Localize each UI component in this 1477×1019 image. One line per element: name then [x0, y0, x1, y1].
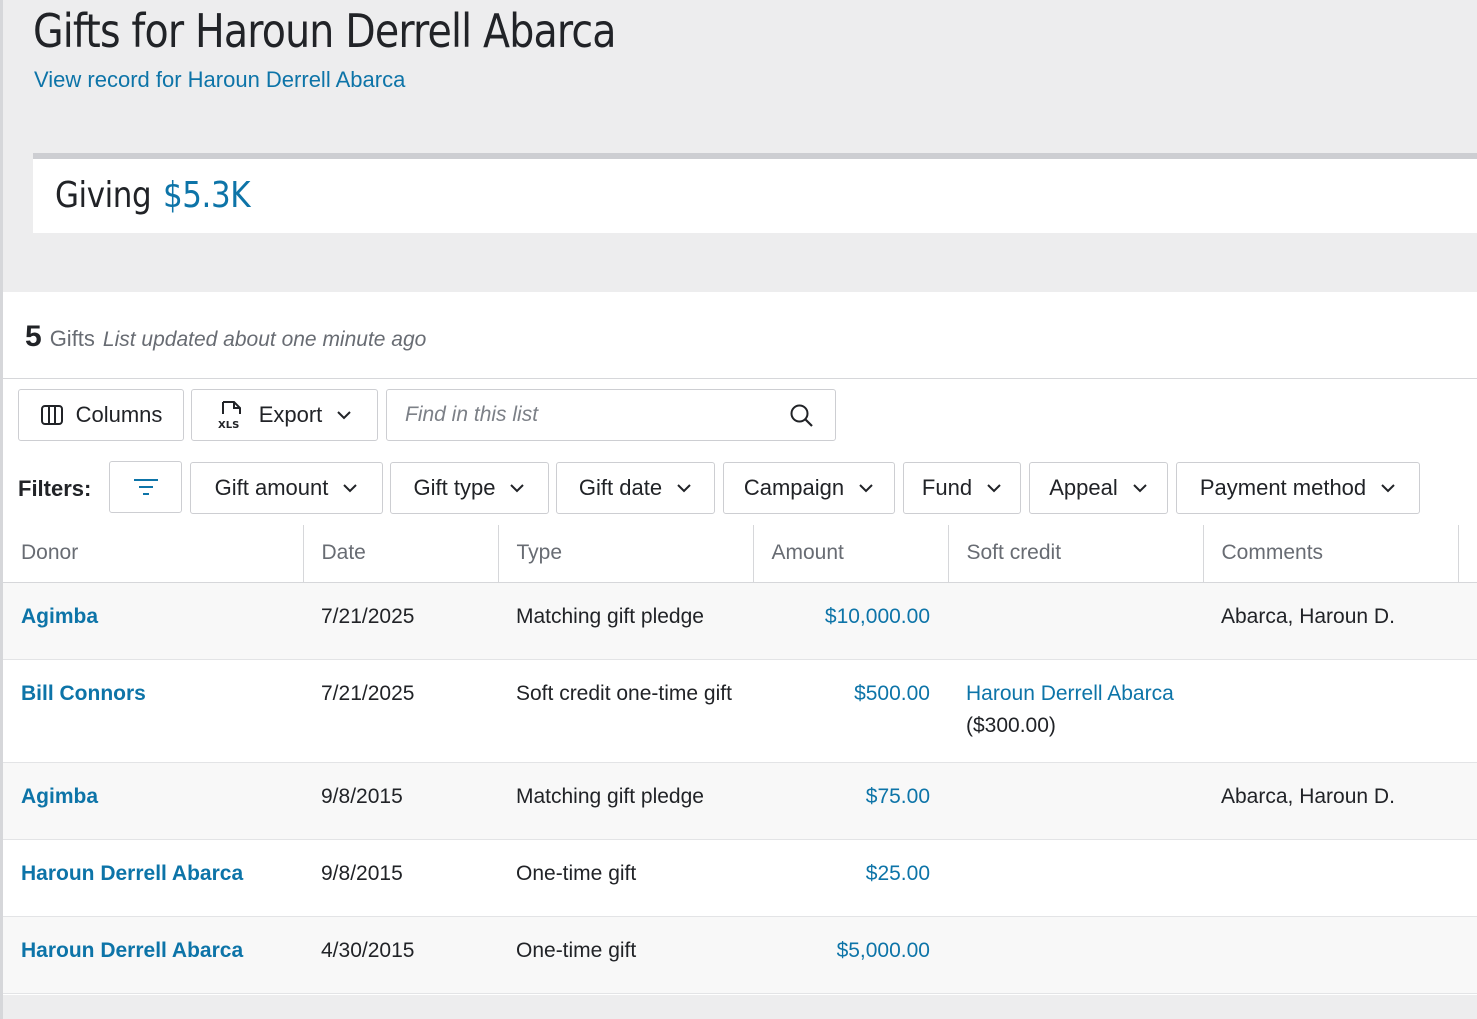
gift-comments [1203, 916, 1458, 994]
search-input[interactable] [387, 390, 777, 440]
filter-label: Gift date [578, 475, 663, 500]
chevron-down-icon [1380, 483, 1396, 493]
soft-credit-cell: Haroun Derrell Abarca ($300.00) [948, 659, 1203, 763]
xls-file-icon: XLS [217, 400, 245, 430]
gift-amount-link[interactable]: $75.00 [866, 785, 930, 808]
table-header-row: Donor Date Type Amount Soft credit Comme… [3, 525, 1477, 583]
gift-type: Matching gift pledge [498, 762, 753, 840]
gifts-table: Donor Date Type Amount Soft credit Comme… [3, 525, 1477, 994]
gift-type: One-time gift [498, 839, 753, 917]
filter-campaign[interactable]: Campaign [723, 462, 895, 514]
gift-type: Soft credit one-time gift [498, 659, 753, 763]
table-row: Agimba 7/21/2025 Matching gift pledge $1… [3, 582, 1477, 660]
chevron-down-icon [336, 410, 352, 420]
donor-link[interactable]: Bill Connors [21, 682, 146, 705]
table-row: Haroun Derrell Abarca 4/30/2015 One-time… [3, 916, 1477, 994]
gift-comments [1203, 839, 1458, 917]
donor-link[interactable]: Haroun Derrell Abarca [21, 939, 243, 962]
table-row: Haroun Derrell Abarca 9/8/2015 One-time … [3, 839, 1477, 917]
gift-amount-link[interactable]: $10,000.00 [825, 605, 930, 628]
soft-credit-cell [948, 839, 1203, 917]
chevron-down-icon [509, 483, 525, 493]
chevron-down-icon [676, 483, 692, 493]
filter-gift-date[interactable]: Gift date [556, 462, 715, 514]
filters-label: Filters: [18, 476, 92, 501]
soft-credit-link[interactable]: Haroun Derrell Abarca [966, 682, 1174, 705]
column-header-date[interactable]: Date [303, 525, 499, 583]
filter-appeal[interactable]: Appeal [1029, 462, 1168, 514]
donor-link[interactable]: Agimba [21, 785, 98, 808]
gift-comments [1203, 659, 1458, 763]
gift-date: 4/30/2015 [303, 916, 498, 994]
gift-list-panel: 5 Gifts List updated about one minute ag… [3, 292, 1477, 995]
donor-link[interactable]: Haroun Derrell Abarca [21, 862, 243, 885]
gift-count-label: Gifts [49, 326, 95, 351]
filter-toggle-button[interactable] [109, 461, 182, 513]
list-search [386, 389, 836, 441]
view-record-link[interactable]: View record for Haroun Derrell Abarca [34, 67, 405, 93]
giving-summary-card: Giving $5.3K [33, 153, 1477, 233]
filter-label: Fund [921, 475, 973, 500]
gift-date: 9/8/2015 [303, 762, 498, 840]
list-updated-text: List updated about one minute ago [102, 328, 427, 351]
soft-credit-cell [948, 916, 1203, 994]
filter-label: Gift amount [214, 475, 329, 500]
gift-date: 9/8/2015 [303, 839, 498, 917]
gift-count: 5 [25, 320, 42, 353]
soft-credit-cell [948, 762, 1203, 840]
gift-amount-link[interactable]: $5,000.00 [837, 939, 930, 962]
chevron-down-icon [1132, 483, 1148, 493]
giving-label: Giving [55, 175, 152, 216]
table-row: Bill Connors 7/21/2025 Soft credit one-t… [3, 659, 1477, 763]
gift-date: 7/21/2025 [303, 582, 498, 660]
column-header-type[interactable]: Type [498, 525, 754, 583]
chevron-down-icon [342, 483, 358, 493]
filter-gift-type[interactable]: Gift type [390, 462, 549, 514]
filter-gift-amount[interactable]: Gift amount [190, 462, 383, 514]
list-summary: 5 Gifts List updated about one minute ag… [25, 320, 426, 354]
filter-label: Appeal [1049, 475, 1118, 500]
column-header-amount[interactable]: Amount [753, 525, 949, 583]
donor-link[interactable]: Agimba [21, 605, 98, 628]
giving-total-value[interactable]: $5.3K [163, 175, 251, 216]
gift-amount-link[interactable]: $500.00 [854, 682, 930, 705]
search-icon[interactable] [789, 403, 815, 434]
filter-label: Gift type [413, 475, 496, 500]
export-button-label: Export [258, 402, 323, 427]
table-row: Agimba 9/8/2015 Matching gift pledge $75… [3, 762, 1477, 840]
column-header-soft-credit[interactable]: Soft credit [948, 525, 1204, 583]
columns-button-label: Columns [75, 402, 163, 427]
gift-date: 7/21/2025 [303, 659, 498, 763]
filter-label: Payment method [1199, 475, 1367, 500]
filter-fund[interactable]: Fund [903, 462, 1021, 514]
footer-band [3, 995, 1477, 1019]
gift-type: One-time gift [498, 916, 753, 994]
chevron-down-icon [858, 483, 874, 493]
page-title: Gifts for Haroun Derrell Abarca [33, 4, 617, 58]
column-header-comments[interactable]: Comments [1203, 525, 1459, 583]
columns-button[interactable]: Columns [18, 389, 184, 441]
divider [3, 378, 1477, 379]
soft-credit-amount: ($300.00) [966, 713, 1056, 737]
soft-credit-cell [948, 582, 1203, 660]
column-header-donor[interactable]: Donor [3, 525, 304, 583]
gift-comments: Abarca, Haroun D. [1203, 762, 1458, 840]
filter-label: Campaign [743, 475, 845, 500]
gift-amount-link[interactable]: $25.00 [866, 862, 930, 885]
filter-payment-method[interactable]: Payment method [1176, 462, 1420, 514]
gift-type: Matching gift pledge [498, 582, 753, 660]
filter-icon [133, 477, 159, 497]
export-button[interactable]: XLS Export [191, 389, 378, 441]
gift-comments: Abarca, Haroun D. [1203, 582, 1458, 660]
columns-icon [40, 404, 64, 426]
svg-text:XLS: XLS [218, 420, 239, 430]
chevron-down-icon [986, 483, 1002, 493]
column-header-more [1458, 525, 1477, 583]
